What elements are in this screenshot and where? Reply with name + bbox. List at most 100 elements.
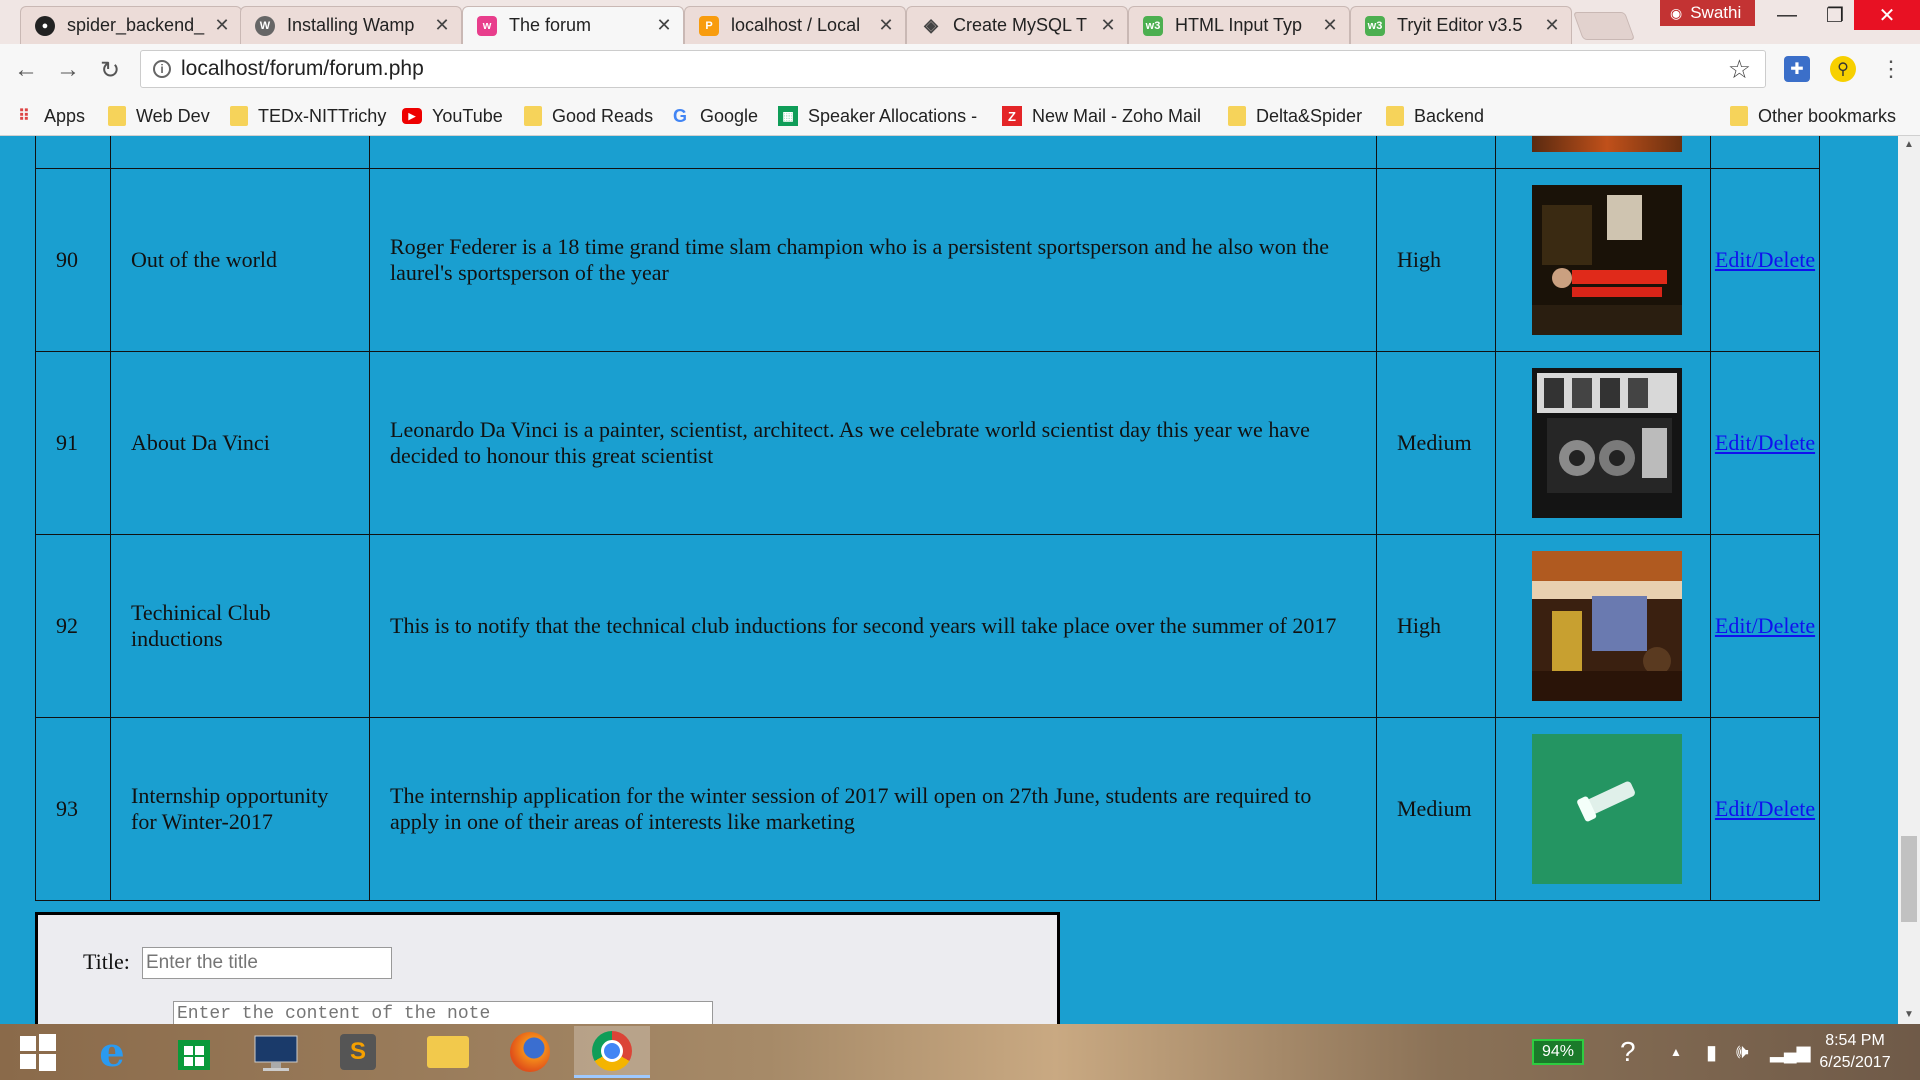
profile-button[interactable]: ◉ Swathi — [1660, 0, 1756, 26]
restore-button[interactable]: ❐ — [1810, 0, 1860, 30]
scroll-up-arrow-icon[interactable]: ▲ — [1898, 136, 1920, 154]
youtube-icon: ▶ — [402, 108, 422, 124]
close-icon[interactable]: ✕ — [655, 15, 673, 36]
bookmark-youtube[interactable]: ▶ YouTube — [402, 102, 503, 130]
tab-label: spider_backend_ — [67, 15, 205, 35]
tab-tryit-editor[interactable]: w3 Tryit Editor v3.5 ✕ — [1350, 6, 1572, 44]
chrome-icon — [592, 1030, 632, 1071]
bookmark-apps[interactable]: ⠿ Apps — [14, 102, 85, 130]
title-input[interactable] — [142, 947, 392, 979]
phpmyadmin-icon: P — [699, 15, 719, 36]
store-icon — [178, 1040, 210, 1070]
scrollbar-thumb[interactable] — [1901, 836, 1917, 922]
taskbar-store[interactable] — [156, 1026, 232, 1078]
scroll-down-arrow-icon[interactable]: ▼ — [1898, 1006, 1920, 1024]
folder-icon — [427, 1036, 469, 1068]
bookmark-good-reads[interactable]: Good Reads — [524, 102, 653, 130]
tab-the-forum[interactable]: w The forum ✕ — [462, 6, 684, 44]
power-icon[interactable]: ▮ — [1706, 1032, 1717, 1072]
taskbar-sublime[interactable]: S — [320, 1026, 396, 1078]
bookmark-google[interactable]: G Google — [670, 102, 758, 130]
puzzle-extension-icon[interactable]: ✚ — [1784, 56, 1810, 82]
note-content: Roger Federer is a 18 time grand time sl… — [369, 168, 1377, 352]
start-button[interactable] — [0, 1026, 76, 1078]
bookmarks-bar: ⠿ Apps Web Dev TEDx-NITTrichy ▶ YouTube … — [0, 96, 1920, 136]
tab-create-mysql[interactable]: ◈ Create MySQL T ✕ — [906, 6, 1128, 44]
w3schools-icon: w3 — [1143, 15, 1163, 36]
folder-icon — [108, 106, 126, 126]
edit-delete-link[interactable]: Edit/Delete — [1715, 613, 1815, 638]
forward-arrow-icon: → — [56, 56, 80, 83]
note-id: 92 — [35, 534, 111, 718]
diamond-icon: ◈ — [924, 15, 938, 35]
forward-button[interactable]: → — [52, 54, 84, 86]
taskbar-chrome[interactable] — [574, 1026, 650, 1078]
tab-label: Installing Wamp — [287, 15, 415, 35]
search-extension-icon[interactable]: ⚲ — [1830, 56, 1856, 82]
folder-icon — [1386, 106, 1404, 126]
note-id: 90 — [35, 168, 111, 352]
close-icon[interactable]: ✕ — [1321, 15, 1339, 36]
table-row: 91 About Da Vinci Leonardo Da Vinci is a… — [35, 351, 1820, 535]
bookmark-delta-spider[interactable]: Delta&Spider — [1228, 102, 1362, 130]
note-priority: High — [1376, 168, 1496, 352]
bookmark-other[interactable]: Other bookmarks — [1730, 102, 1896, 130]
taskbar-ie[interactable]: e — [74, 1026, 150, 1078]
tab-label: HTML Input Typ — [1175, 15, 1303, 35]
chevron-up-icon[interactable]: ▲ — [1670, 1032, 1682, 1072]
minimize-button[interactable]: — — [1762, 0, 1812, 30]
note-title: Out of the world — [110, 168, 370, 352]
bookmark-web-dev[interactable]: Web Dev — [108, 102, 210, 130]
content-textarea[interactable] — [173, 1001, 713, 1024]
note-thumbnail — [1532, 136, 1682, 152]
star-icon[interactable]: ☆ — [1728, 54, 1751, 85]
taskbar-file-explorer[interactable] — [410, 1026, 486, 1078]
tab-phpmyadmin[interactable]: P localhost / Local ✕ — [684, 6, 906, 44]
note-id: 91 — [35, 351, 111, 535]
forum-icon: w — [477, 15, 497, 36]
tab-label: Create MySQL T — [953, 15, 1088, 35]
bookmark-label: Delta&Spider — [1256, 105, 1363, 126]
bookmark-label: Web Dev — [136, 105, 210, 126]
volume-icon[interactable]: 🕪 — [1736, 1032, 1749, 1072]
taskbar-lenovo[interactable] — [238, 1026, 314, 1078]
zoho-icon: Z — [1002, 106, 1022, 126]
battery-indicator[interactable]: 94% — [1532, 1032, 1585, 1072]
back-button[interactable]: ← — [10, 54, 42, 86]
bookmark-speaker-allocations[interactable]: ▦ Speaker Allocations - — [778, 102, 977, 130]
tab-installing-wamp[interactable]: W Installing Wamp ✕ — [240, 6, 462, 44]
address-bar[interactable]: i localhost/forum/forum.php ☆ — [140, 50, 1766, 88]
close-icon[interactable]: ✕ — [1099, 15, 1117, 36]
page-scrollbar[interactable]: ▲ ▼ — [1898, 136, 1920, 1024]
folder-icon — [1730, 106, 1748, 126]
system-clock[interactable]: 8:54 PM 6/25/2017 — [1795, 1030, 1915, 1074]
bookmark-backend[interactable]: Backend — [1386, 102, 1484, 130]
close-icon[interactable]: ✕ — [213, 15, 231, 36]
bookmark-zoho-mail[interactable]: Z New Mail - Zoho Mail — [1002, 102, 1201, 130]
menu-icon[interactable]: ⋮ — [1878, 56, 1904, 82]
new-tab-button[interactable] — [1572, 12, 1636, 40]
folder-icon — [1228, 106, 1246, 126]
edit-delete-link[interactable]: Edit/Delete — [1715, 247, 1815, 272]
bookmark-tedx[interactable]: TEDx-NITTrichy — [230, 102, 386, 130]
close-icon[interactable]: ✕ — [433, 15, 451, 36]
url-text[interactable]: localhost/forum/forum.php — [181, 57, 1728, 81]
tab-html-input-types[interactable]: w3 HTML Input Typ ✕ — [1128, 6, 1350, 44]
lenovo-monitor-icon — [254, 1035, 298, 1071]
table-row: 92 Techinical Club inductions This is to… — [35, 534, 1820, 718]
reload-button[interactable]: ↻ — [94, 54, 126, 86]
tab-spider-backend[interactable]: ● spider_backend_ ✕ — [20, 6, 242, 44]
bookmark-label: Good Reads — [552, 105, 654, 126]
note-id — [35, 136, 111, 169]
info-icon[interactable]: i — [153, 60, 171, 78]
note-action-cell: Edit/Delete — [1710, 534, 1820, 718]
edit-delete-link[interactable]: Edit/Delete — [1715, 430, 1815, 455]
taskbar-firefox[interactable] — [492, 1026, 568, 1078]
edit-delete-link[interactable]: Edit/Delete — [1715, 796, 1815, 821]
close-icon[interactable]: ✕ — [1543, 15, 1561, 36]
close-icon[interactable]: ✕ — [877, 15, 895, 36]
close-window-button[interactable]: ✕ — [1854, 0, 1920, 30]
user-icon: ◉ — [1670, 4, 1683, 21]
help-icon[interactable]: ? — [1620, 1032, 1636, 1072]
bookmark-label: TEDx-NITTrichy — [258, 105, 387, 126]
